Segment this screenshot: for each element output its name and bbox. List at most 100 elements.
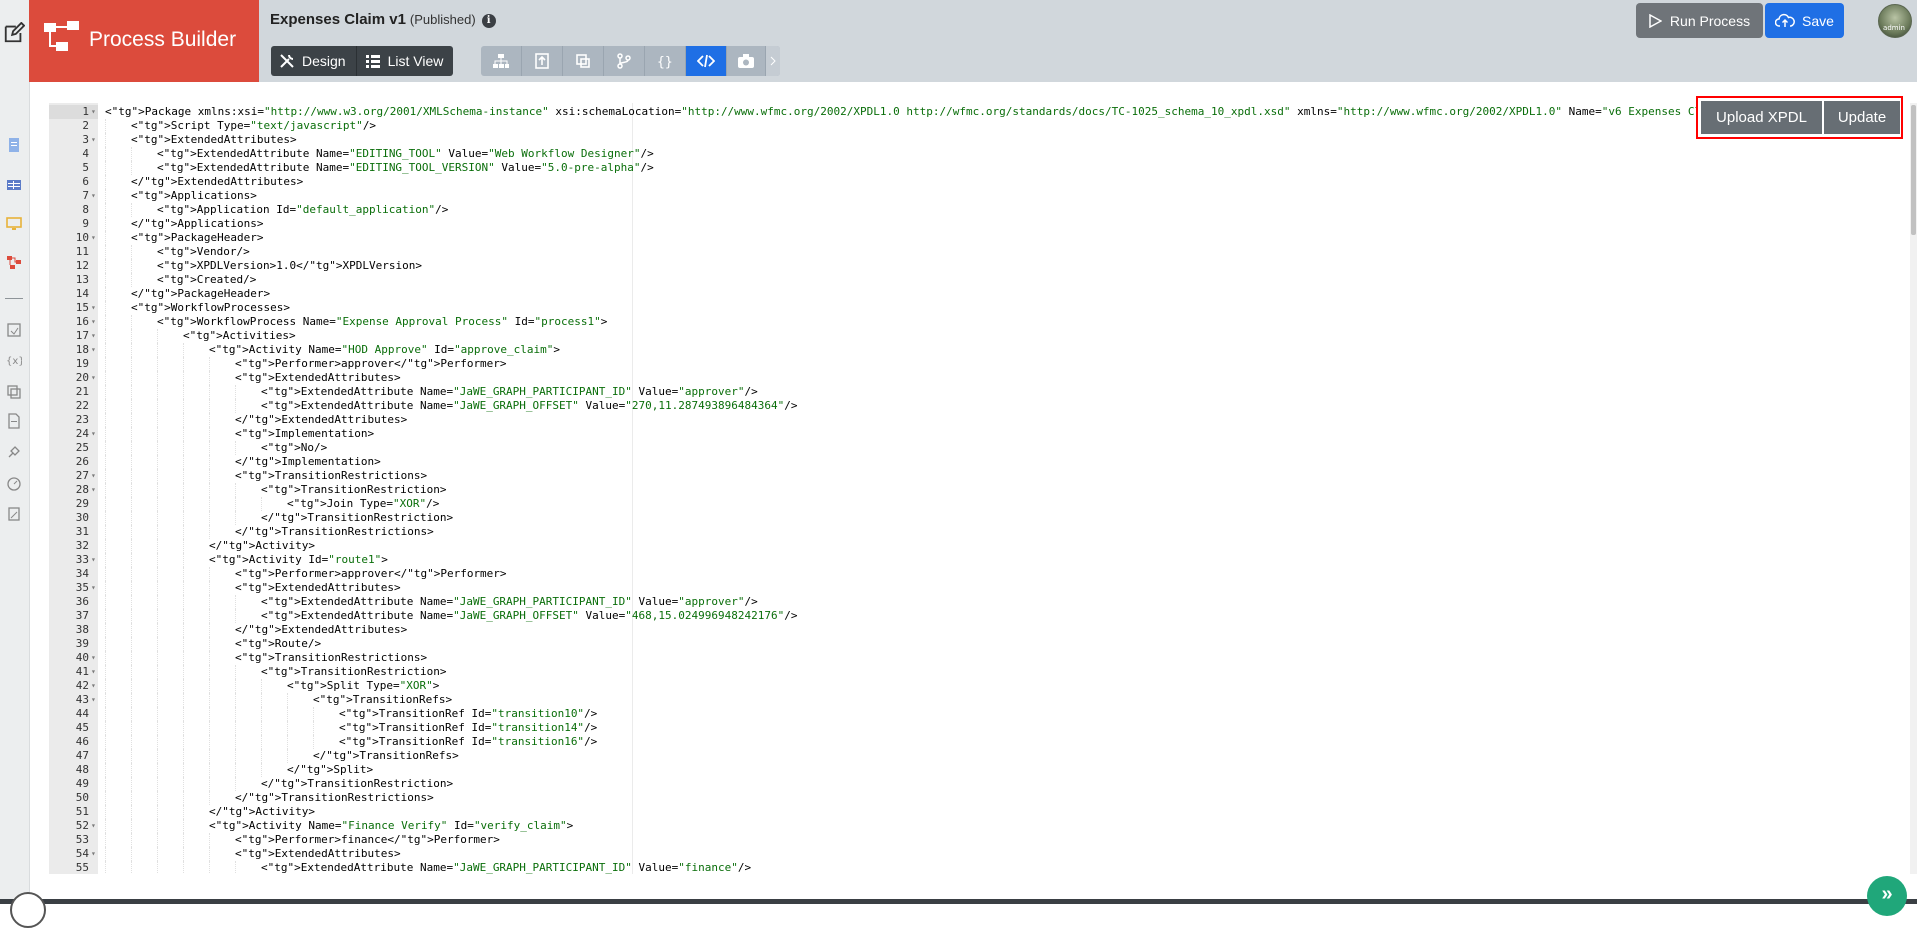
code-line[interactable]: 38 </"tg">ExtendedAttributes>: [49, 623, 1911, 637]
run-process-button[interactable]: Run Process: [1636, 3, 1763, 38]
fold-toggle-icon[interactable]: ▾: [91, 847, 96, 861]
code-line[interactable]: 6 </"tg">ExtendedAttributes>: [49, 175, 1911, 189]
plugin-icon[interactable]: [6, 444, 22, 460]
code-line[interactable]: 37 <"tg">ExtendedAttribute Name="JaWE_GRA…: [49, 609, 1911, 623]
import-button[interactable]: [522, 46, 563, 76]
dashboard-icon[interactable]: [6, 475, 22, 491]
code-line[interactable]: 25 <"tg">No/>: [49, 441, 1911, 455]
info-icon[interactable]: i: [481, 14, 496, 28]
code-line[interactable]: 53 <"tg">Performer>finance</"tg">Performe…: [49, 833, 1911, 847]
code-line[interactable]: 44 <"tg">TransitionRef Id="transition10"/…: [49, 707, 1911, 721]
code-line[interactable]: 17 ▾ <"tg">Activities>: [49, 329, 1911, 343]
code-line[interactable]: 15 ▾ <"tg">WorkflowProcesses>: [49, 301, 1911, 315]
code-line[interactable]: 22 <"tg">ExtendedAttribute Name="JaWE_GRA…: [49, 399, 1911, 413]
code-line[interactable]: 2 <"tg">Script Type="text/javascript"/>: [49, 119, 1911, 133]
fold-toggle-icon[interactable]: ▾: [91, 371, 96, 385]
process-icon[interactable]: [6, 254, 22, 270]
fold-toggle-icon[interactable]: ▾: [91, 315, 96, 329]
userview-icon[interactable]: [6, 216, 22, 232]
code-line[interactable]: 40 ▾ <"tg">TransitionRestrictions>: [49, 651, 1911, 665]
properties-icon[interactable]: [6, 322, 22, 338]
help-button[interactable]: [10, 892, 46, 928]
code-line[interactable]: 43 ▾ <"tg">TransitionRefs>: [49, 693, 1911, 707]
fold-toggle-icon[interactable]: ▾: [91, 189, 96, 203]
code-line[interactable]: 14 </"tg">PackageHeader>: [49, 287, 1911, 301]
code-line[interactable]: 33 ▾ <"tg">Activity Id="route1">: [49, 553, 1911, 567]
code-line[interactable]: 9 </"tg">Applications>: [49, 217, 1911, 231]
code-line[interactable]: 12 <"tg">XPDLVersion>1.0</"tg">XPDLVersio…: [49, 259, 1911, 273]
toolbar-expand-button[interactable]: [766, 46, 780, 76]
code-line[interactable]: 24 ▾ <"tg">Implementation>: [49, 427, 1911, 441]
code-line[interactable]: 10 ▾ <"tg">PackageHeader>: [49, 231, 1911, 245]
code-line[interactable]: 21 <"tg">ExtendedAttribute Name="JaWE_GRA…: [49, 385, 1911, 399]
scrollbar-thumb[interactable]: [1911, 105, 1916, 235]
code-view-button[interactable]: [686, 46, 727, 76]
code-line[interactable]: 30 </"tg">TransitionRestriction>: [49, 511, 1911, 525]
fold-toggle-icon[interactable]: ▾: [91, 693, 96, 707]
export-button[interactable]: [563, 46, 604, 76]
vertical-scrollbar[interactable]: [1910, 103, 1917, 874]
code-line[interactable]: 5 <"tg">ExtendedAttribute Name="EDITING_T…: [49, 161, 1911, 175]
code-line[interactable]: 18 ▾ <"tg">Activity Name="HOD Approve" Id=…: [49, 343, 1911, 357]
code-line[interactable]: 28 ▾ <"tg">TransitionRestriction>: [49, 483, 1911, 497]
fold-toggle-icon[interactable]: ▾: [91, 231, 96, 245]
fold-toggle-icon[interactable]: ▾: [91, 819, 96, 833]
code-line[interactable]: 42 ▾ <"tg">Split Type="XOR">: [49, 679, 1911, 693]
edit-icon[interactable]: [3, 22, 25, 44]
update-button[interactable]: Update: [1824, 101, 1900, 134]
fold-toggle-icon[interactable]: ▾: [91, 133, 96, 147]
xpdl-code-editor[interactable]: 1 ▾ <"tg">Package xmlns:xsi="http://www.w3…: [49, 103, 1911, 874]
code-line[interactable]: 20 ▾ <"tg">ExtendedAttributes>: [49, 371, 1911, 385]
code-line[interactable]: 41 ▾ <"tg">TransitionRestriction>: [49, 665, 1911, 679]
form-icon[interactable]: [6, 137, 22, 153]
fold-toggle-icon[interactable]: ▾: [91, 553, 96, 567]
braces-button[interactable]: {}: [645, 46, 686, 76]
fold-toggle-icon[interactable]: ▾: [91, 651, 96, 665]
code-line[interactable]: 3 ▾ <"tg">ExtendedAttributes>: [49, 133, 1911, 147]
code-line[interactable]: 31 </"tg">TransitionRestrictions>: [49, 525, 1911, 539]
code-line[interactable]: 39 <"tg">Route/>: [49, 637, 1911, 651]
variable-icon[interactable]: {x}: [6, 352, 22, 368]
code-line[interactable]: 49 </"tg">TransitionRestriction>: [49, 777, 1911, 791]
save-button[interactable]: Save: [1765, 3, 1844, 38]
code-line[interactable]: 4 <"tg">ExtendedAttribute Name="EDITING_T…: [49, 147, 1911, 161]
code-line[interactable]: 46 <"tg">TransitionRef Id="transition16"/…: [49, 735, 1911, 749]
fold-toggle-icon[interactable]: ▾: [91, 679, 96, 693]
list-view-button[interactable]: List View: [355, 46, 454, 76]
code-line[interactable]: 16 ▾ <"tg">WorkflowProcess Name="Expense A…: [49, 315, 1911, 329]
code-line[interactable]: 7 ▾ <"tg">Applications>: [49, 189, 1911, 203]
fold-toggle-icon[interactable]: ▾: [91, 301, 96, 315]
code-line[interactable]: 32 </"tg">Activity>: [49, 539, 1911, 553]
code-line[interactable]: 13 <"tg">Created/>: [49, 273, 1911, 287]
design-mode-button[interactable]: Design: [271, 46, 356, 76]
code-line[interactable]: 54 ▾ <"tg">ExtendedAttributes>: [49, 847, 1911, 861]
fold-toggle-icon[interactable]: ▾: [91, 665, 96, 679]
expand-panel-button[interactable]: »: [1867, 876, 1907, 916]
code-line[interactable]: 48 </"tg">Split>: [49, 763, 1911, 777]
code-line[interactable]: 23 </"tg">ExtendedAttributes>: [49, 413, 1911, 427]
code-line[interactable]: 36 <"tg">ExtendedAttribute Name="JaWE_GRA…: [49, 595, 1911, 609]
fold-toggle-icon[interactable]: ▾: [91, 483, 96, 497]
code-line[interactable]: 50 </"tg">TransitionRestrictions>: [49, 791, 1911, 805]
code-line[interactable]: 52 ▾ <"tg">Activity Name="Finance Verify" …: [49, 819, 1911, 833]
screenshot-button[interactable]: [727, 46, 766, 76]
code-line[interactable]: 26 </"tg">Implementation>: [49, 455, 1911, 469]
code-line[interactable]: 11 <"tg">Vendor/>: [49, 245, 1911, 259]
branch-button[interactable]: [604, 46, 645, 76]
sitemap-button[interactable]: [481, 46, 522, 76]
code-line[interactable]: 19 <"tg">Performer>approver</"tg">Perform…: [49, 357, 1911, 371]
datalist-icon[interactable]: [6, 177, 22, 193]
code-line[interactable]: 45 <"tg">TransitionRef Id="transition14"/…: [49, 721, 1911, 735]
fold-toggle-icon[interactable]: ▾: [91, 329, 96, 343]
document-icon[interactable]: [6, 413, 22, 429]
code-line[interactable]: 55 <"tg">ExtendedAttribute Name="JaWE_GRA…: [49, 861, 1911, 874]
code-line[interactable]: 34 <"tg">Performer>approver</"tg">Perform…: [49, 567, 1911, 581]
code-line[interactable]: 51 </"tg">Activity>: [49, 805, 1911, 819]
code-line[interactable]: 27 ▾ <"tg">TransitionRestrictions>: [49, 469, 1911, 483]
fold-toggle-icon[interactable]: ▾: [91, 469, 96, 483]
notes-icon[interactable]: [6, 506, 22, 522]
avatar[interactable]: [1878, 4, 1912, 38]
code-line[interactable]: 1 ▾ <"tg">Package xmlns:xsi="http://www.w3…: [49, 105, 1911, 119]
fold-toggle-icon[interactable]: ▾: [91, 343, 96, 357]
resources-icon[interactable]: [6, 383, 22, 399]
